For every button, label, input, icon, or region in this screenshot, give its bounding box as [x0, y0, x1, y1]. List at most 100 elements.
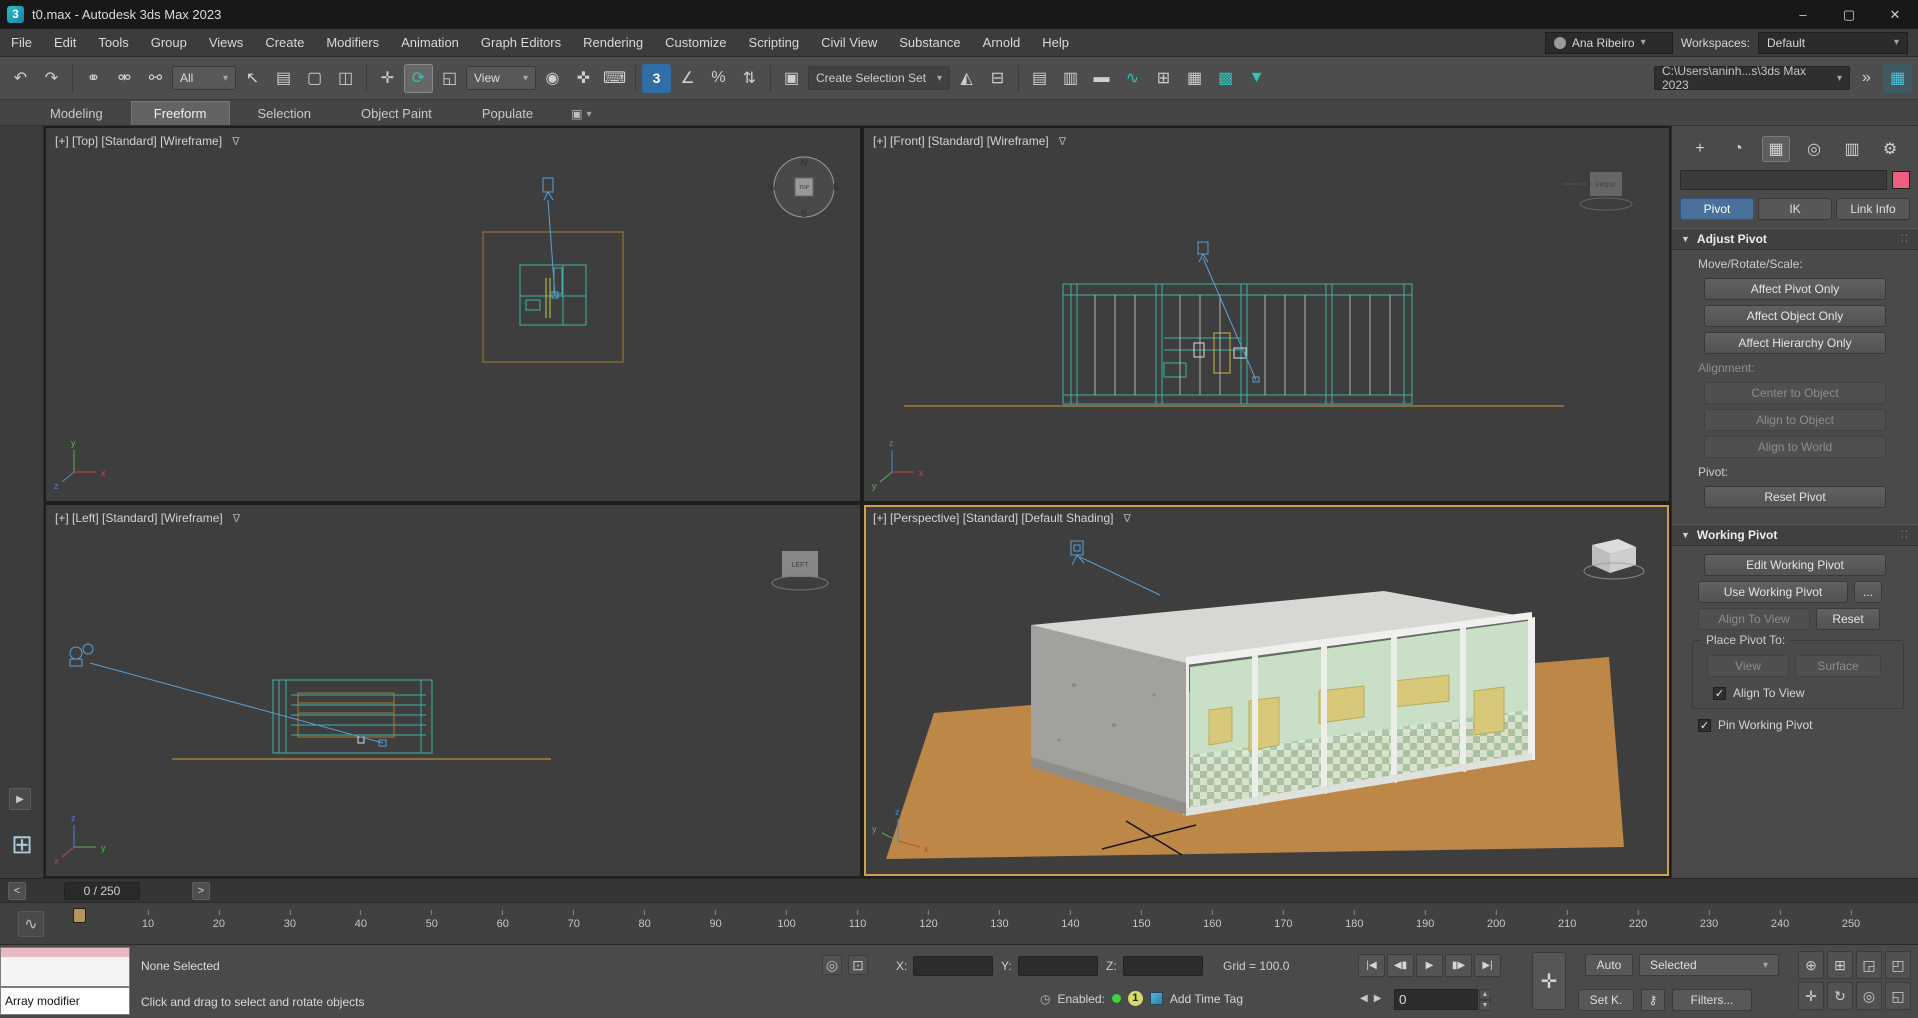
percent-snap-icon[interactable]: %: [704, 64, 733, 93]
viewport-front[interactable]: [+] [Front] [Standard] [Wireframe]∇: [864, 128, 1669, 501]
menu-item[interactable]: Animation: [390, 29, 470, 56]
zoom-icon[interactable]: ⊕: [1798, 951, 1824, 979]
minimize-button[interactable]: –: [1780, 0, 1826, 29]
menu-item[interactable]: Substance: [888, 29, 971, 56]
selection-lock-icon[interactable]: ⊡: [848, 955, 868, 975]
filter-funnel-icon[interactable]: ∇: [232, 135, 239, 148]
align-to-world-button[interactable]: Align to World: [1704, 436, 1886, 458]
align-to-view-checkbox[interactable]: ✓ Align To View: [1713, 686, 1897, 700]
previous-frame-arrow[interactable]: <: [8, 882, 26, 900]
top-viewport-canvas[interactable]: TOP N E S W x y z: [46, 128, 860, 501]
ribbon-tab[interactable]: Object Paint: [339, 102, 454, 125]
current-frame-spinner[interactable]: [1394, 989, 1478, 1010]
z-coordinate-field[interactable]: [1123, 956, 1203, 976]
ribbon-tab[interactable]: Selection: [236, 102, 333, 125]
named-selection-set-dropdown[interactable]: Create Selection Set▾: [808, 66, 950, 90]
play-button[interactable]: ▶: [1416, 954, 1443, 977]
maxscript-listener-line[interactable]: Array modifier: [0, 987, 130, 1015]
maxscript-mini-listener[interactable]: [0, 947, 130, 987]
notification-badge[interactable]: 1: [1128, 991, 1143, 1006]
use-pivot-point-center-icon[interactable]: ◉: [538, 64, 567, 93]
menu-item[interactable]: Civil View: [810, 29, 888, 56]
y-coordinate-field[interactable]: [1018, 956, 1098, 976]
selection-region-icon[interactable]: ▢: [300, 64, 329, 93]
menu-item[interactable]: Views: [198, 29, 254, 56]
object-name-field[interactable]: [1680, 170, 1887, 190]
toggle-scene-explorer-icon[interactable]: ▤: [1025, 64, 1054, 93]
menu-item[interactable]: Tools: [87, 29, 139, 56]
center-to-object-button[interactable]: Center to Object: [1704, 382, 1886, 404]
use-working-pivot-button[interactable]: Use Working Pivot: [1698, 581, 1848, 603]
go-to-end-button[interactable]: ▶|: [1474, 954, 1501, 977]
viewport-left-label[interactable]: [+] [Left] [Standard] [Wireframe]: [55, 511, 223, 525]
user-account-dropdown[interactable]: Ana Ribeiro ▾: [1545, 32, 1673, 54]
previous-frame-button[interactable]: ◀▮: [1387, 954, 1414, 977]
toggle-layer-explorer-icon[interactable]: ▥: [1056, 64, 1085, 93]
timeline-ruler[interactable]: ∿ 10203040506070809010011012013014015016…: [0, 902, 1918, 945]
menu-item[interactable]: Group: [140, 29, 198, 56]
create-tab-icon[interactable]: +: [1686, 136, 1714, 162]
link-info-tab[interactable]: Link Info: [1836, 198, 1910, 220]
affect-pivot-only-button[interactable]: Affect Pivot Only: [1704, 278, 1886, 300]
key-mode-toggle-icon[interactable]: ⚷: [1641, 989, 1665, 1011]
render-setup-icon[interactable]: ▦: [1180, 64, 1209, 93]
edit-working-pivot-button[interactable]: Edit Working Pivot: [1704, 554, 1886, 576]
select-and-move-icon[interactable]: ✛: [373, 64, 402, 93]
menu-item[interactable]: Customize: [654, 29, 737, 56]
ribbon-tab[interactable]: Freeform: [131, 101, 230, 125]
toolbar-overflow-icon[interactable]: »: [1852, 64, 1881, 93]
spinner-arrows[interactable]: ▲▼: [1479, 989, 1491, 1010]
menu-item[interactable]: Modifiers: [315, 29, 390, 56]
viewport-top-label[interactable]: [+] [Top] [Standard] [Wireframe]: [55, 134, 222, 148]
select-object-icon[interactable]: ↖: [238, 64, 267, 93]
ribbon-tab[interactable]: Modeling: [28, 102, 125, 125]
layout-flyout-arrow[interactable]: ▶: [9, 788, 31, 810]
working-pivot-rollout-header[interactable]: ▼ Working Pivot ⁚⁚: [1672, 524, 1918, 546]
pivot-tab[interactable]: Pivot: [1680, 198, 1754, 220]
curve-editor-icon[interactable]: ∿: [1118, 64, 1147, 93]
project-folder-dropdown[interactable]: C:\Users\aninh...s\3ds Max 2023▾: [1654, 66, 1850, 90]
display-tab-icon[interactable]: ▥: [1838, 136, 1866, 162]
filter-funnel-icon[interactable]: ∇: [1123, 512, 1130, 525]
place-pivot-surface-button[interactable]: Surface: [1795, 655, 1881, 677]
auto-key-button[interactable]: Auto: [1585, 954, 1633, 976]
menu-item[interactable]: Create: [254, 29, 315, 56]
reset-pivot-button[interactable]: Reset Pivot: [1704, 486, 1886, 508]
key-filter-dropdown[interactable]: Selected ▾: [1639, 954, 1779, 976]
modify-tab-icon[interactable]: ◔: [1724, 136, 1752, 162]
open-mini-curve-editor-icon[interactable]: ∿: [18, 911, 44, 937]
field-of-view-icon[interactable]: ◎: [1856, 982, 1882, 1010]
select-and-manipulate-icon[interactable]: ✜: [569, 64, 598, 93]
pan-icon[interactable]: ✛: [1798, 982, 1824, 1010]
align-to-object-button[interactable]: Align to Object: [1704, 409, 1886, 431]
viewport-top[interactable]: [+] [Top] [Standard] [Wireframe] ∇: [46, 128, 860, 501]
isolate-selection-icon[interactable]: ◎: [822, 955, 842, 975]
add-time-tag[interactable]: Add Time Tag: [1170, 992, 1243, 1006]
select-and-rotate-icon[interactable]: ⟳: [404, 64, 433, 93]
set-keys-button[interactable]: ✛: [1532, 952, 1566, 1010]
zoom-all-icon[interactable]: ⊞: [1827, 951, 1853, 979]
redo-icon[interactable]: ↷: [37, 64, 66, 93]
schematic-view-icon[interactable]: ⊞: [1149, 64, 1178, 93]
select-by-name-icon[interactable]: ▤: [269, 64, 298, 93]
viewport-perspective[interactable]: [+] [Perspective] [Standard] [Default Sh…: [864, 505, 1669, 876]
adjust-pivot-rollout-header[interactable]: ▼ Adjust Pivot ⁚⁚: [1672, 228, 1918, 250]
ik-tab[interactable]: IK: [1758, 198, 1832, 220]
ribbon-config-dropdown[interactable]: ▣ ▾: [561, 103, 601, 125]
place-pivot-view-button[interactable]: View: [1707, 655, 1789, 677]
next-frame-button[interactable]: ▮▶: [1445, 954, 1472, 977]
next-frame-arrow[interactable]: >: [192, 882, 210, 900]
snaps-toggle-3d-icon[interactable]: 3: [642, 64, 671, 93]
zoom-region-icon[interactable]: ◰: [1885, 951, 1911, 979]
zoom-extents-icon[interactable]: ◲: [1856, 951, 1882, 979]
spinner-snap-icon[interactable]: ⇅: [735, 64, 764, 93]
unlink-selection-icon[interactable]: ⚮: [110, 64, 139, 93]
viewport-layout-icon[interactable]: ⊞: [8, 830, 36, 858]
left-viewport-canvas[interactable]: LEFT y z x: [46, 505, 860, 876]
align-to-view-button[interactable]: Align To View: [1698, 608, 1810, 630]
perspective-viewport-canvas[interactable]: x z y: [864, 505, 1669, 876]
affect-object-only-button[interactable]: Affect Object Only: [1704, 305, 1886, 327]
affect-hierarchy-only-button[interactable]: Affect Hierarchy Only: [1704, 332, 1886, 354]
viewport-front-label[interactable]: [+] [Front] [Standard] [Wireframe]: [873, 134, 1049, 148]
maximize-button[interactable]: ▢: [1826, 0, 1872, 29]
